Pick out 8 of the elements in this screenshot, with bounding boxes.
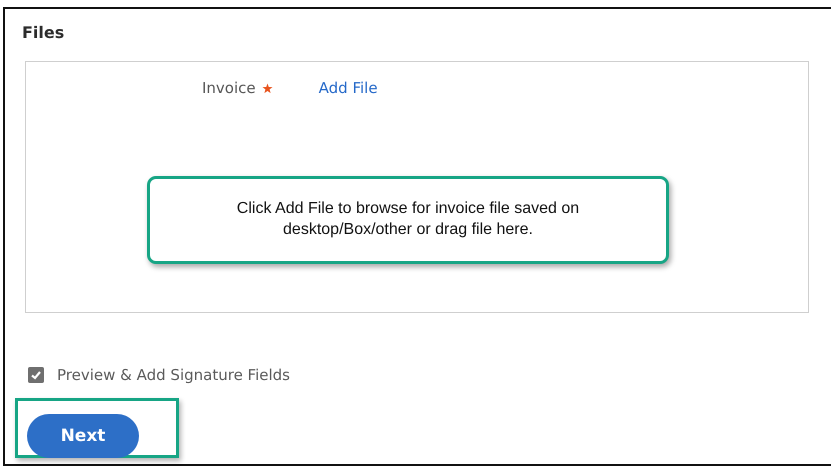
checkbox-label: Preview & Add Signature Fields	[57, 366, 290, 384]
callout: Click Add File to browse for invoice file saved on desktop/Box/other or drag file here.	[147, 176, 669, 264]
next-button[interactable]: Next	[27, 414, 139, 458]
add-file-link[interactable]: Add File	[318, 79, 378, 97]
check-icon	[30, 369, 42, 381]
section-title: Files	[22, 23, 64, 42]
field-label: Invoice	[202, 79, 256, 97]
checkbox[interactable]	[28, 367, 44, 383]
